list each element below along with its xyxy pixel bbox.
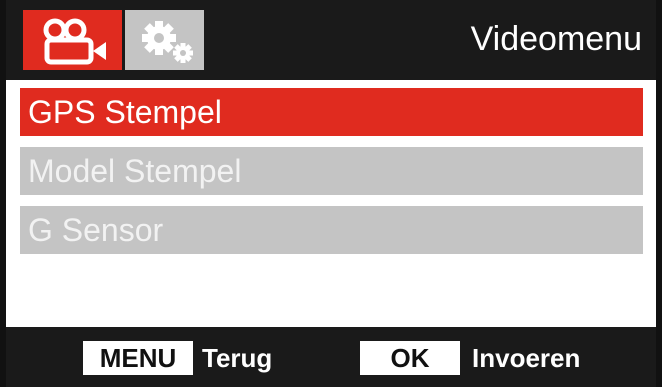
menu-item-model-stamp[interactable]: Model Stempel	[20, 147, 643, 195]
bottom-bar: MENU Terug OK Invoeren	[6, 327, 656, 387]
back-hint: Terug	[202, 343, 273, 373]
menu-key-badge[interactable]: MENU	[83, 341, 193, 375]
video-camera-icon	[43, 18, 106, 65]
menu-item-gps-stamp[interactable]: GPS Stempel	[20, 88, 643, 136]
top-bar: Videomenu	[6, 0, 656, 80]
menu-item-g-sensor[interactable]: G Sensor	[20, 206, 643, 254]
tab-settings[interactable]	[125, 10, 204, 70]
ok-key-badge[interactable]: OK	[360, 341, 460, 375]
gears-icon	[142, 21, 193, 63]
tab-video[interactable]	[23, 10, 122, 70]
enter-hint: Invoeren	[472, 343, 581, 373]
menu-title: Videomenu	[470, 20, 642, 58]
dashcam-screen: Videomenu GPS Stempel Model Stempel G Se…	[0, 0, 662, 387]
